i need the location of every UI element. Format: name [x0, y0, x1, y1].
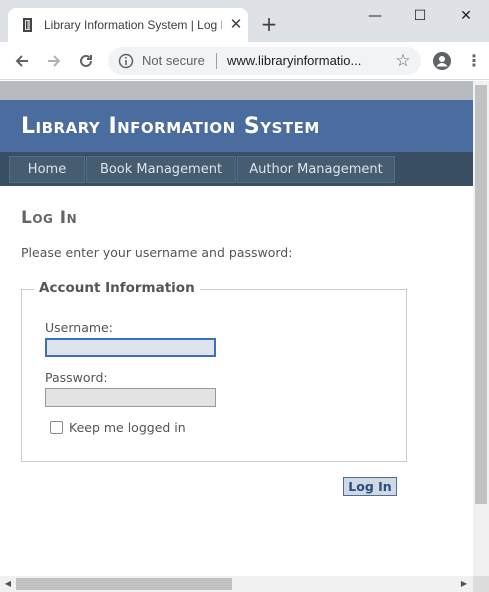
username-input[interactable] [45, 338, 216, 357]
site-header: Library Information System [0, 100, 473, 152]
browser-toolbar: Not secure www.libraryinformatio... ☆ ⋮ [0, 42, 489, 80]
tab-title: Library Information System | Log In [44, 18, 222, 32]
maximize-icon[interactable]: ☐ [400, 4, 440, 28]
bookmark-star-icon[interactable]: ☆ [392, 50, 414, 72]
keep-logged-in-checkbox[interactable] [50, 421, 63, 434]
close-tab-icon[interactable]: ✕ [226, 14, 246, 34]
scrollbar-corner [473, 576, 489, 592]
new-tab-icon[interactable]: + [258, 14, 280, 36]
page-top-band [0, 81, 473, 100]
page-title: Log In [21, 208, 78, 228]
omnibox-divider [216, 53, 217, 69]
address-bar[interactable]: Not secure www.libraryinformatio... ☆ [108, 47, 421, 75]
horizontal-scroll-thumb[interactable] [16, 578, 232, 590]
site-title: Library Information System [21, 114, 320, 139]
password-label: Password: [45, 370, 108, 385]
menu-item-home[interactable]: Home [9, 156, 85, 183]
back-arrow-icon[interactable] [10, 50, 34, 72]
library-favicon-icon [20, 17, 36, 33]
scroll-right-arrow-icon[interactable]: ▶ [459, 579, 469, 589]
url-text[interactable]: www.libraryinformatio... [227, 53, 379, 68]
info-icon[interactable] [118, 53, 134, 69]
forward-arrow-icon[interactable] [42, 50, 66, 72]
close-window-icon[interactable]: ✕ [446, 4, 486, 28]
keep-logged-in-label[interactable]: Keep me logged in [69, 420, 186, 435]
scroll-left-arrow-icon[interactable]: ◀ [3, 579, 13, 589]
vertical-scroll-thumb[interactable] [475, 85, 487, 504]
browser-titlebar: Library Information System | Log In ✕ + … [0, 0, 489, 42]
reload-icon[interactable] [74, 50, 98, 72]
page-viewport: Library Information System Home Book Man… [0, 81, 489, 592]
main-content: Log In Please enter your username and pa… [0, 186, 473, 576]
account-information-fieldset: Account Information Username: Password: … [21, 280, 407, 462]
log-in-button[interactable]: Log In [343, 477, 397, 496]
fieldset-legend: Account Information [34, 280, 200, 296]
account-icon[interactable] [432, 51, 452, 71]
more-menu-icon[interactable]: ⋮ [466, 51, 482, 71]
site-menu: Home Book Management Author Management [0, 152, 473, 186]
menu-item-author-management[interactable]: Author Management [237, 156, 395, 183]
instructions-text: Please enter your username and password: [21, 245, 293, 260]
horizontal-scrollbar[interactable]: ◀ ▶ [0, 576, 473, 592]
browser-tab[interactable]: Library Information System | Log In ✕ [8, 8, 248, 42]
minimize-icon[interactable]: — [355, 4, 395, 28]
menu-item-book-management[interactable]: Book Management [86, 156, 236, 183]
vertical-scrollbar[interactable] [473, 81, 489, 576]
security-status: Not secure [142, 53, 205, 68]
password-input[interactable] [45, 388, 216, 407]
username-label: Username: [45, 320, 113, 335]
